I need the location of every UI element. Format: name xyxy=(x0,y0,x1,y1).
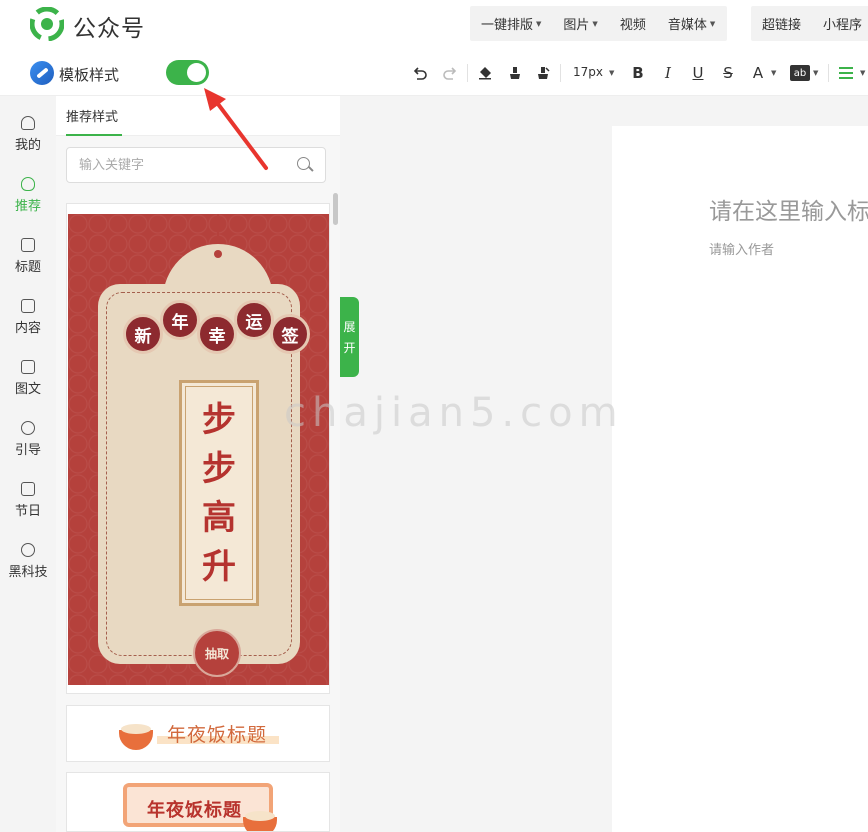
tab-recommended-styles[interactable]: 推荐样式 xyxy=(66,106,118,125)
tech-icon xyxy=(21,543,35,557)
toolbar-divider xyxy=(560,64,561,82)
rail-label: 节日 xyxy=(14,504,41,519)
caret-down-icon: ▼ xyxy=(771,69,777,77)
poster-image: 新 年 幸 运 签 步 步 高 升 抽取 xyxy=(68,214,329,685)
align-icon[interactable] xyxy=(836,61,856,85)
caret-down-icon: ▼ xyxy=(860,69,866,77)
menu-video[interactable]: 视频 xyxy=(609,14,657,33)
fortune-char: 步 xyxy=(202,399,236,440)
editor-canvas[interactable] xyxy=(612,126,868,832)
active-tab-indicator xyxy=(66,134,122,136)
rail-item-festival[interactable]: 节日 xyxy=(0,482,56,519)
content-icon xyxy=(21,299,35,313)
article-title-input[interactable]: 请在这里输入标 xyxy=(709,192,868,226)
underline-button[interactable]: U xyxy=(688,61,708,85)
rice-bowl-icon xyxy=(243,811,277,831)
rail-item-mine[interactable]: 我的 xyxy=(0,116,56,153)
coin-char: 签 xyxy=(270,314,310,354)
rail-label: 引导 xyxy=(14,443,41,458)
menu-label: 视频 xyxy=(619,18,646,33)
rail-item-guide[interactable]: 引导 xyxy=(0,421,56,458)
coin-char: 年 xyxy=(160,300,200,340)
font-size-select[interactable]: 17px xyxy=(573,65,603,79)
rail-item-image-text[interactable]: 图文 xyxy=(0,360,56,397)
bulb-icon xyxy=(21,177,35,191)
italic-button[interactable]: I xyxy=(658,61,678,85)
menu-audio[interactable]: 音媒体 ▼ xyxy=(657,14,726,33)
strikethrough-button[interactable]: S xyxy=(718,61,738,85)
highlight-button[interactable]: ab xyxy=(790,65,810,81)
toggle-knob xyxy=(187,63,206,82)
fortune-char: 高 xyxy=(202,497,236,538)
caret-down-icon: ▼ xyxy=(536,19,542,28)
format-painter-icon[interactable] xyxy=(505,61,525,85)
template-card-lucky-draw[interactable]: 新 年 幸 运 签 步 步 高 升 抽取 xyxy=(66,203,330,694)
card-title: 年夜饭标题 xyxy=(147,800,242,821)
fortune-frame: 步 步 高 升 xyxy=(179,380,259,606)
template-card-new-year-title-2[interactable]: 年夜饭标题 xyxy=(66,772,330,832)
expand-panel-button[interactable]: 展 开 xyxy=(340,297,359,377)
caret-down-icon: ▼ xyxy=(813,69,819,77)
image-text-icon xyxy=(21,360,35,374)
rail-item-tech[interactable]: 黑科技 xyxy=(0,543,56,580)
caret-down-icon: ▼ xyxy=(609,69,615,77)
calendar-icon xyxy=(21,482,35,496)
search-box xyxy=(66,147,326,183)
card-title: 年夜饭标题 xyxy=(167,724,268,746)
rice-bowl-icon xyxy=(119,724,153,750)
app-title: 公众号 xyxy=(73,16,145,42)
link-menu-group: 超链接 小程序 xyxy=(751,6,868,41)
menu-mini-program[interactable]: 小程序 xyxy=(812,14,868,33)
menu-image[interactable]: 图片 ▼ xyxy=(552,14,608,33)
template-style-icon xyxy=(30,61,54,85)
rail-item-title[interactable]: 标题 xyxy=(0,238,56,275)
redo-icon[interactable] xyxy=(440,61,460,85)
fortune-char: 步 xyxy=(202,448,236,489)
coin-char: 运 xyxy=(234,300,274,340)
caret-down-icon: ▼ xyxy=(709,19,716,28)
template-card-new-year-title-1[interactable]: 年夜饭标题 xyxy=(66,705,330,762)
expand-label: 开 xyxy=(343,341,356,355)
person-icon xyxy=(21,116,35,130)
search-icon[interactable] xyxy=(297,157,310,170)
panel-scrollbar[interactable] xyxy=(333,193,338,225)
caret-down-icon: ▼ xyxy=(592,19,598,28)
title-icon xyxy=(21,238,35,252)
coin-char: 幸 xyxy=(197,314,237,354)
search-input[interactable] xyxy=(79,156,279,174)
template-style-toggle[interactable] xyxy=(166,60,209,85)
draw-badge: 抽取 xyxy=(193,629,241,677)
rail-label: 图文 xyxy=(14,382,41,397)
expand-label: 展 xyxy=(343,320,356,334)
coin-char: 新 xyxy=(123,314,163,354)
guide-icon xyxy=(21,421,35,435)
toolbar-divider xyxy=(828,64,829,82)
rail-label: 内容 xyxy=(14,321,41,336)
clear-format-icon[interactable] xyxy=(533,61,553,85)
insert-menu-group: 一键排版 ▼ 图片 ▼ 视频 音媒体 ▼ xyxy=(470,6,727,41)
menu-hyperlink[interactable]: 超链接 xyxy=(751,14,812,33)
tag-hole xyxy=(214,250,222,258)
bold-button[interactable]: B xyxy=(628,61,648,85)
template-style-label: 模板样式 xyxy=(59,66,120,84)
menu-label: 图片 xyxy=(563,18,590,33)
rail-label: 推荐 xyxy=(14,199,41,214)
rail-item-recommend[interactable]: 推荐 xyxy=(0,177,56,214)
rail-label: 标题 xyxy=(14,260,41,275)
undo-icon[interactable] xyxy=(410,61,430,85)
toolbar-divider xyxy=(467,64,468,82)
menu-label: 音媒体 xyxy=(667,18,707,33)
menu-one-key-layout[interactable]: 一键排版 ▼ xyxy=(470,14,552,33)
watermark-text: chajian5.com xyxy=(284,390,624,436)
rail-label: 我的 xyxy=(14,138,41,153)
eraser-icon[interactable] xyxy=(475,61,495,85)
menu-label: 一键排版 xyxy=(481,18,534,33)
fortune-frame-inner: 步 步 高 升 xyxy=(185,386,253,600)
rail-label: 黑科技 xyxy=(8,565,48,580)
wechat-logo-icon xyxy=(30,7,64,41)
rail-item-content[interactable]: 内容 xyxy=(0,299,56,336)
author-input[interactable]: 请输入作者 xyxy=(709,239,774,258)
font-color-button[interactable]: A xyxy=(748,61,768,85)
fortune-char: 升 xyxy=(202,546,236,587)
